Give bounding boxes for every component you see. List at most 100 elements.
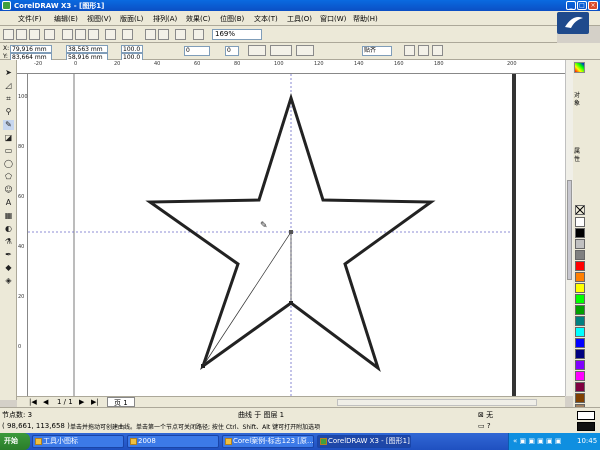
taskbar-item[interactable]: 工具小图标 [32, 435, 124, 448]
zoom-level-combo[interactable]: 169% [212, 29, 262, 40]
basic-shapes-icon[interactable]: ☺ [3, 185, 14, 195]
menu-file[interactable]: 文件(F) [18, 14, 42, 24]
ellipse-tool-icon[interactable]: ◯ [3, 159, 14, 169]
menu-layout[interactable]: 版面(L) [120, 14, 143, 24]
taskbar-item[interactable]: 2008 [127, 435, 219, 448]
close-curve-icon[interactable] [404, 45, 415, 56]
color-swatch[interactable] [575, 382, 585, 392]
wrap-text-icon[interactable] [418, 45, 429, 56]
print-icon[interactable] [44, 29, 55, 40]
color-swatch[interactable] [575, 360, 585, 370]
menu-view[interactable]: 视图(V) [87, 14, 111, 24]
color-swatch[interactable] [575, 327, 585, 337]
fill-tool-icon[interactable]: ◆ [3, 263, 14, 273]
h-ruler-tick: 0 [74, 61, 78, 67]
horizontal-scrollbar[interactable] [337, 399, 537, 406]
app-launcher-icon[interactable] [175, 29, 186, 40]
color-swatch[interactable] [575, 261, 585, 271]
close-button[interactable]: × [588, 1, 598, 10]
interactive-fill-icon[interactable]: ◈ [3, 276, 14, 286]
width-field[interactable]: 38,563 mm [66, 45, 108, 53]
next-page-icon[interactable]: ▶ [79, 398, 84, 406]
color-swatch[interactable] [575, 338, 585, 348]
crop-tool-icon[interactable]: ⌗ [3, 94, 14, 104]
undo-icon[interactable] [105, 29, 116, 40]
color-swatch[interactable] [575, 316, 585, 326]
h-ruler-tick: 200 [507, 61, 517, 67]
menu-tools[interactable]: 工具(O) [287, 14, 312, 24]
color-swatch[interactable] [575, 228, 585, 238]
page-tab[interactable]: 页 1 [107, 397, 135, 407]
vertical-scrollbar[interactable] [565, 60, 573, 396]
color-swatch[interactable] [575, 250, 585, 260]
no-fill-swatch[interactable] [575, 205, 585, 215]
interactive-blend-icon[interactable]: ◐ [3, 224, 14, 234]
menu-window[interactable]: 窗口(W) [320, 14, 346, 24]
open-icon[interactable] [16, 29, 27, 40]
x-position-field[interactable]: 79,916 mm [10, 45, 52, 53]
color-swatch[interactable] [575, 294, 585, 304]
vertical-ruler[interactable]: 100 80 60 40 20 0 [17, 74, 28, 396]
copy-icon[interactable] [75, 29, 86, 40]
color-swatch[interactable] [575, 393, 585, 403]
start-arrowhead-selector[interactable] [248, 45, 266, 56]
maximize-button[interactable]: □ [577, 1, 587, 10]
export-icon[interactable] [158, 29, 169, 40]
rotation-angle-field[interactable]: 0 [184, 46, 210, 56]
line-style-selector[interactable] [270, 45, 292, 56]
tray-icons[interactable]: « ▣ ▣ ▣ ▣ ▣ [513, 433, 561, 450]
taskbar-item-coreldraw[interactable]: CorelDRAW X3 - [图形1] [317, 435, 411, 448]
smart-fill-icon[interactable]: ◪ [3, 133, 14, 143]
h-ruler-tick: -20 [34, 61, 43, 67]
color-swatch[interactable] [575, 272, 585, 282]
paste-icon[interactable] [88, 29, 99, 40]
to-front-icon[interactable] [432, 45, 443, 56]
welcome-icon[interactable] [193, 29, 204, 40]
snap-tolerance-field[interactable]: 贴齐 [362, 46, 392, 56]
prev-page-icon[interactable]: ◀ [43, 398, 48, 406]
color-swatch[interactable] [575, 239, 585, 249]
scale-x-field[interactable]: 100.0 [121, 45, 143, 53]
docker-tab-object[interactable]: 对象 [574, 92, 585, 142]
menu-effects[interactable]: 效果(C) [186, 14, 210, 24]
color-swatch[interactable] [575, 349, 585, 359]
redo-icon[interactable] [122, 29, 133, 40]
outline-tool-icon[interactable]: ✒ [3, 250, 14, 260]
zoom-tool-icon[interactable]: ⚲ [3, 107, 14, 117]
cut-icon[interactable] [62, 29, 73, 40]
drawing-canvas[interactable]: ✎ [28, 74, 565, 396]
text-tool-icon[interactable]: A [3, 198, 14, 208]
color-swatch[interactable] [575, 283, 585, 293]
taskbar-item[interactable]: Corel案例-标志123 [原... [222, 435, 314, 448]
menu-bitmaps[interactable]: 位图(B) [220, 14, 244, 24]
save-icon[interactable] [29, 29, 40, 40]
h-ruler-tick: 60 [194, 61, 201, 67]
horizontal-ruler[interactable]: -20 0 20 40 60 80 100 120 140 160 180 20… [17, 60, 565, 74]
table-tool-icon[interactable]: ▦ [3, 211, 14, 221]
color-swatch[interactable] [575, 305, 585, 315]
pick-tool-icon[interactable]: ➤ [3, 68, 14, 78]
end-arrowhead-selector[interactable] [296, 45, 314, 56]
scrollbar-thumb[interactable] [567, 180, 572, 280]
freehand-tool-icon[interactable]: ✎ [3, 120, 14, 130]
object-info: 曲线 于 图层 1 [238, 411, 285, 419]
menu-text[interactable]: 文本(T) [254, 14, 278, 24]
menu-arrange[interactable]: 排列(A) [153, 14, 177, 24]
minimize-button[interactable]: _ [566, 1, 576, 10]
eyedropper-tool-icon[interactable]: ⚗ [3, 237, 14, 247]
color-swatch[interactable] [575, 217, 585, 227]
last-page-icon[interactable]: ▶| [91, 398, 99, 406]
shape-tool-icon[interactable]: ◿ [3, 81, 14, 91]
color-swatch[interactable] [575, 371, 585, 381]
import-icon[interactable] [145, 29, 156, 40]
rectangle-tool-icon[interactable]: ▭ [3, 146, 14, 156]
first-page-icon[interactable]: |◀ [29, 398, 37, 406]
menu-help[interactable]: 帮助(H) [353, 14, 378, 24]
duplicate-count-field[interactable]: 0 [225, 46, 239, 56]
menu-edit[interactable]: 编辑(E) [54, 14, 78, 24]
start-button[interactable]: 开始 [0, 433, 30, 450]
color-picker-icon[interactable] [574, 62, 585, 73]
polygon-tool-icon[interactable]: ⬠ [3, 172, 14, 182]
docker-tab-properties[interactable]: 属性 [574, 148, 585, 188]
new-icon[interactable] [3, 29, 14, 40]
